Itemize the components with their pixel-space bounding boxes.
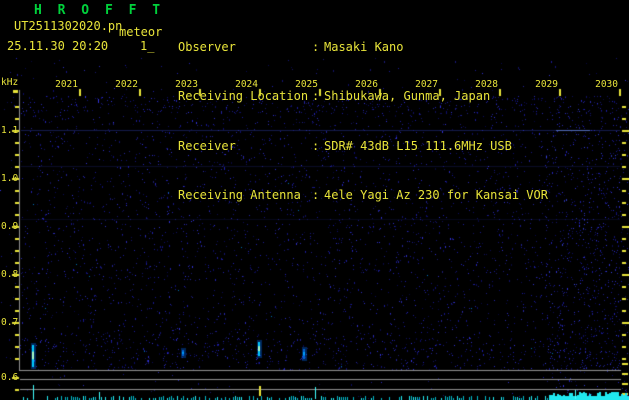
freq-tick-label: 1.0: [1, 173, 19, 184]
time-tick-label: 2022: [115, 79, 138, 90]
app-title: H R O F F T: [34, 3, 165, 18]
freq-tick-label: 0.9: [1, 221, 19, 232]
info-value: Shibukawa, Gunma, Japan: [324, 89, 491, 104]
observation-datetime: 25.11.30 20:20: [7, 39, 109, 53]
info-separator: :: [312, 40, 320, 54]
info-label: Receiver: [178, 138, 236, 153]
time-tick-label: 2021: [55, 79, 78, 90]
info-label: Receiving Location: [178, 89, 309, 104]
freq-tick-label: 0.6: [1, 372, 19, 383]
info-label: Observer: [178, 40, 236, 54]
time-tick-label: 2026: [355, 79, 378, 90]
info-separator: :: [312, 89, 320, 104]
info-value: SDR# 43dB L15 111.6MHz USB: [324, 138, 512, 153]
info-row-observer: Observer: Masaki Kano: [178, 40, 629, 54]
time-tick-label: 2029: [535, 79, 558, 90]
info-separator: :: [312, 188, 320, 203]
info-row-receiver: Receiver: SDR# 43dB L15 111.6MHz USB: [178, 138, 629, 153]
station-info: Observer: Masaki Kano Receiving Location:…: [178, 4, 629, 240]
freq-tick-label: 1.1: [1, 125, 19, 136]
info-row-location: Receiving Location: Shibukawa, Gunma, Jap…: [178, 89, 629, 104]
time-tick-label: 2024: [235, 79, 258, 90]
info-row-antenna: Receiving Antenna:4ele Yagi Az 230 for K…: [178, 188, 629, 203]
info-label: Receiving Antenna: [178, 188, 301, 203]
freq-tick-label: 0.8: [1, 269, 19, 280]
observation-mode-label: meteor: [119, 25, 163, 39]
freq-tick-label: 0.7: [1, 317, 19, 328]
info-value: 4ele Yagi Az 230 for Kansai VOR: [324, 188, 548, 203]
hrofft-screen: H R O F F T UT2511302020.pn meteor 25.11…: [0, 0, 629, 400]
y-axis-unit-label: kHz: [1, 77, 19, 88]
time-tick-label: 2027: [415, 79, 438, 90]
info-value: Masaki Kano: [324, 40, 404, 54]
time-tick-label: 2023: [175, 79, 198, 90]
time-tick-label: 2030: [595, 79, 618, 90]
output-filename: UT2511302020.pn: [14, 19, 123, 33]
unit-counter: 1_: [140, 39, 155, 53]
time-tick-label: 2025: [295, 79, 318, 90]
info-separator: :: [312, 138, 320, 153]
time-tick-label: 2028: [475, 79, 498, 90]
